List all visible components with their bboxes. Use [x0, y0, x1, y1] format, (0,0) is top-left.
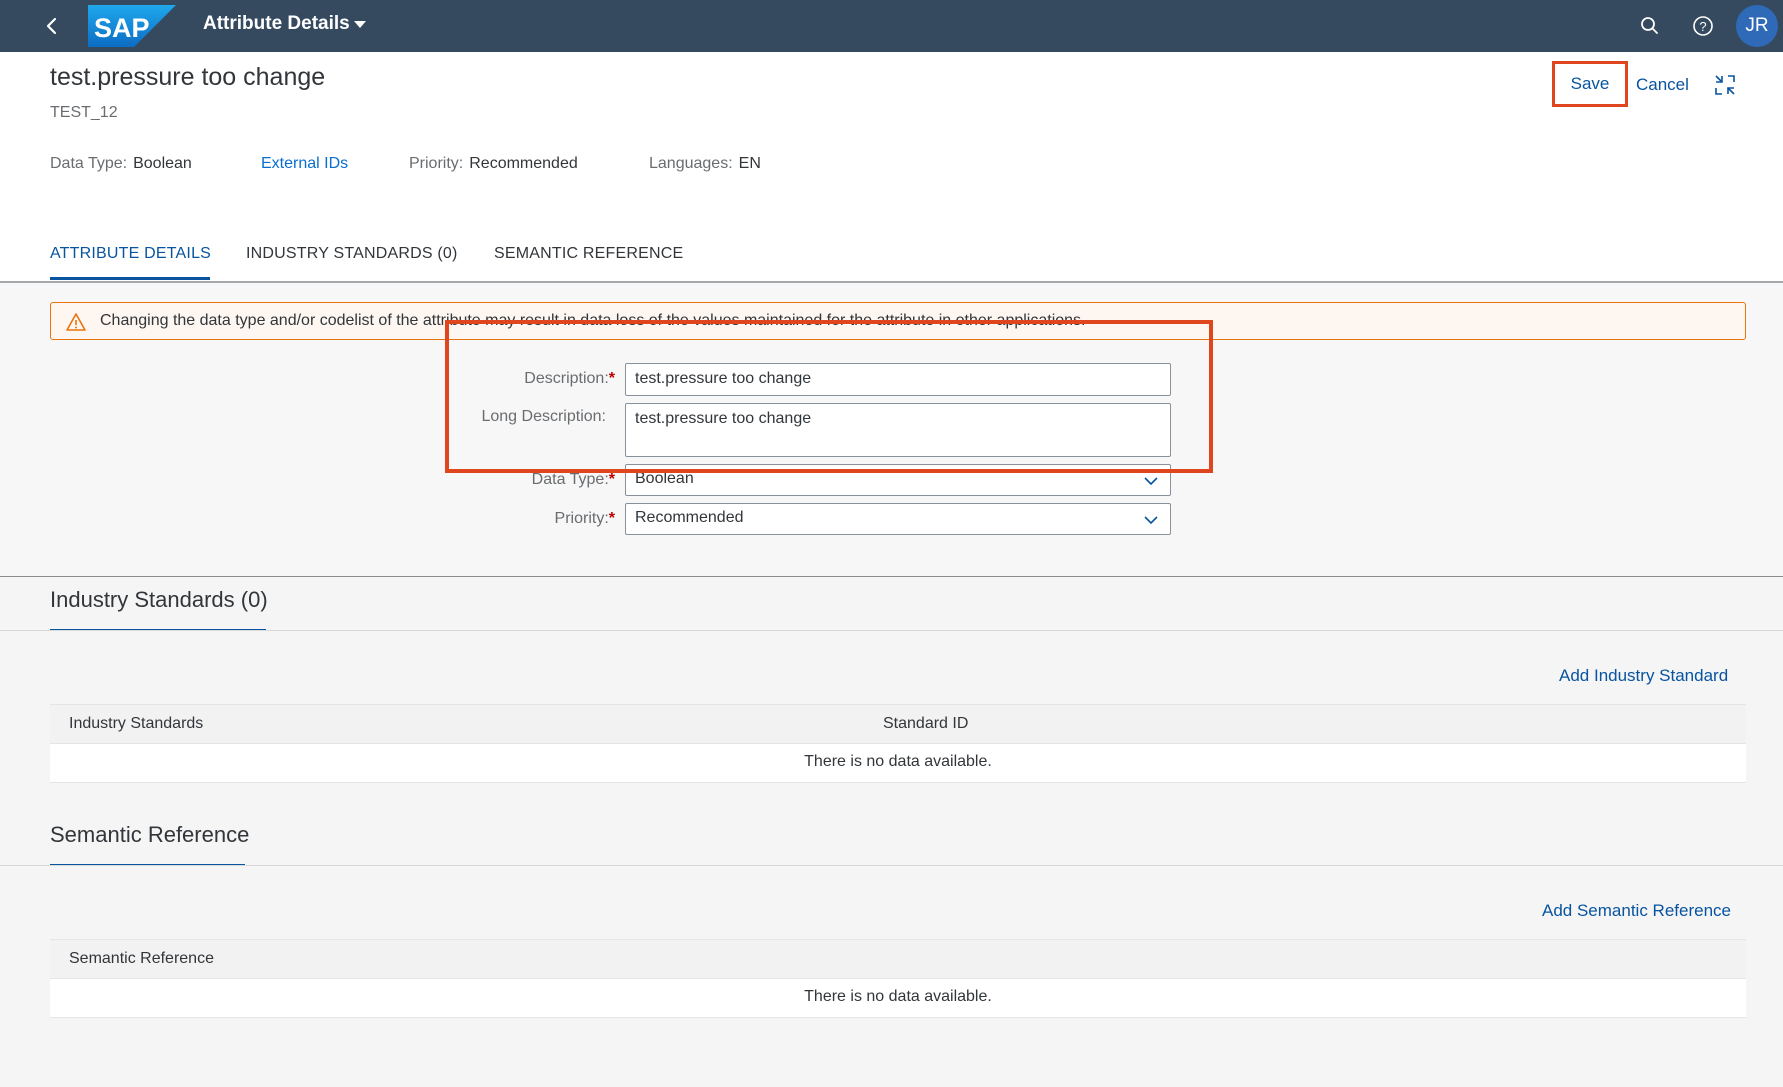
back-icon[interactable]: [38, 12, 66, 40]
industry-standards-table-header: Industry Standards Standard ID: [50, 704, 1746, 744]
priority-select-value: Recommended: [635, 509, 744, 526]
header-priority: Priority: Recommended: [409, 155, 578, 173]
semantic-reference-table-header: Semantic Reference: [50, 939, 1746, 979]
tab-attribute-details[interactable]: ATTRIBUTE DETAILS: [50, 245, 211, 263]
section-header-line: [0, 865, 1783, 866]
column-header-industry-standards[interactable]: Industry Standards: [69, 715, 203, 733]
header-data-type-value: Boolean: [133, 155, 192, 172]
section-divider: [0, 576, 1783, 577]
semantic-reference-title: Semantic Reference: [50, 822, 250, 847]
languages-link[interactable]: EN: [739, 155, 761, 172]
svg-text:?: ?: [1699, 19, 1706, 34]
svg-text:SAP: SAP: [94, 13, 150, 43]
priority-label: Priority:*: [470, 510, 615, 528]
page-subtitle: TEST_12: [50, 104, 118, 121]
chevron-down-icon[interactable]: [1142, 513, 1160, 527]
tab-semantic-reference[interactable]: SEMANTIC REFERENCE: [494, 245, 683, 263]
header-languages: Languages: EN: [649, 155, 761, 173]
column-header-semantic-reference[interactable]: Semantic Reference: [69, 950, 214, 968]
sap-logo[interactable]: SAP: [88, 5, 176, 47]
tab-bar: ATTRIBUTE DETAILS INDUSTRY STANDARDS (0)…: [0, 230, 1783, 282]
header-priority-value: Recommended: [469, 155, 578, 172]
priority-label-text: Priority:: [554, 510, 609, 527]
shell-bar: SAP Attribute Details ? JR: [0, 0, 1783, 52]
search-icon[interactable]: [1637, 13, 1663, 39]
header-external-ids: External IDs: [261, 155, 348, 173]
app-title[interactable]: Attribute Details: [203, 13, 350, 35]
user-avatar[interactable]: JR: [1736, 5, 1778, 47]
no-data-text: There is no data available.: [804, 753, 992, 770]
save-button[interactable]: Save: [1552, 61, 1628, 107]
warning-icon: [66, 313, 86, 331]
highlight-annotation-box: [445, 320, 1213, 473]
add-industry-standard-link[interactable]: Add Industry Standard: [1559, 666, 1728, 686]
help-icon[interactable]: ?: [1690, 13, 1716, 39]
no-data-text: There is no data available.: [804, 988, 992, 1005]
header-priority-label: Priority:: [409, 155, 464, 172]
industry-standards-table-empty-row: There is no data available.: [50, 744, 1746, 783]
industry-standards-title: Industry Standards (0): [50, 587, 268, 612]
header-languages-label: Languages:: [649, 155, 733, 172]
column-header-standard-id[interactable]: Standard ID: [883, 715, 968, 733]
exit-full-screen-icon[interactable]: [1714, 74, 1736, 96]
section-header-line: [0, 630, 1783, 631]
header-data-type-label: Data Type:: [50, 155, 128, 172]
required-indicator: *: [608, 510, 615, 527]
cancel-button[interactable]: Cancel: [1636, 75, 1689, 95]
add-semantic-reference-link[interactable]: Add Semantic Reference: [1542, 901, 1731, 921]
save-button-label: Save: [1570, 74, 1610, 93]
data-type-label: Data Type:*: [470, 471, 615, 489]
external-ids-link[interactable]: External IDs: [261, 155, 348, 172]
semantic-reference-table-empty-row: There is no data available.: [50, 979, 1746, 1018]
data-type-label-text: Data Type:: [531, 471, 609, 488]
priority-select[interactable]: Recommended: [625, 503, 1171, 535]
active-tab-indicator: [50, 277, 210, 280]
header-data-type: Data Type: Boolean: [50, 155, 192, 173]
app-title-caret-icon[interactable]: [354, 21, 366, 28]
required-indicator: *: [608, 471, 615, 488]
chevron-down-icon[interactable]: [1142, 474, 1160, 488]
page-title: test.pressure too change: [50, 63, 326, 91]
tab-industry-standards[interactable]: INDUSTRY STANDARDS (0): [246, 245, 458, 263]
